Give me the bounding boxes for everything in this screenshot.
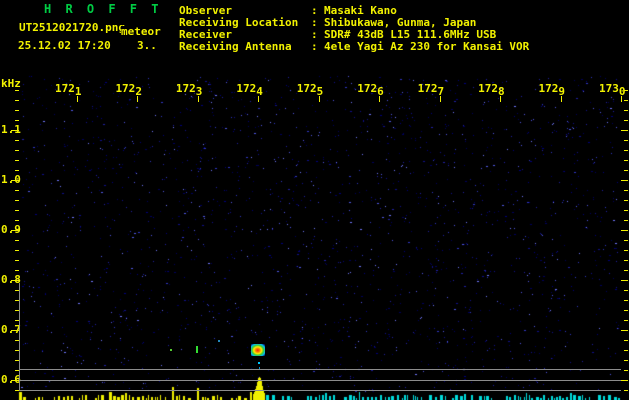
freq-axis-major-tick — [621, 230, 628, 231]
freq-axis-unit-label: kHz — [1, 77, 21, 90]
freq-axis-minor-tick — [15, 90, 19, 91]
freq-axis-minor-tick — [624, 390, 628, 391]
freq-axis-minor-tick — [15, 190, 19, 191]
time-axis-label: 1730 — [598, 82, 626, 98]
level-panel-left-border — [19, 283, 20, 391]
echo-cyan-dot — [218, 340, 220, 342]
freq-axis-minor-tick — [624, 270, 628, 271]
echo-trail-dot-2 — [259, 367, 260, 369]
freq-axis-minor-tick — [15, 260, 19, 261]
freq-axis-major-tick — [621, 330, 628, 331]
time-axis-tick — [77, 96, 78, 102]
time-axis-label: 1726 — [357, 82, 384, 98]
freq-axis-major-tick — [11, 180, 19, 181]
time-axis-label: 1724 — [236, 82, 263, 98]
freq-axis-minor-tick — [624, 90, 628, 91]
freq-axis-major-tick — [11, 330, 19, 331]
time-axis-tick — [319, 96, 320, 102]
time-axis-tick — [561, 96, 562, 102]
echo-green-dash — [196, 346, 198, 353]
freq-axis-minor-tick — [624, 110, 628, 111]
time-axis-tick — [379, 96, 380, 102]
echo-green-dot — [170, 349, 172, 351]
freq-axis-minor-tick — [624, 170, 628, 171]
time-axis-label: 1725 — [296, 82, 324, 98]
time-axis-label: 1723 — [175, 82, 203, 98]
freq-axis-minor-tick — [624, 240, 628, 241]
time-axis-tick — [258, 96, 259, 102]
spectrogram-canvas — [0, 0, 629, 400]
freq-axis-major-tick — [11, 280, 19, 281]
freq-axis-minor-tick — [624, 350, 628, 351]
freq-axis-minor-tick — [624, 360, 628, 361]
time-axis-label: 1722 — [115, 82, 142, 98]
freq-axis-minor-tick — [15, 220, 19, 221]
app-title: H R O F F T — [44, 2, 162, 16]
time-axis-label: 1729 — [538, 82, 566, 98]
filename: UT2512021720.png — [19, 21, 125, 34]
time-axis-tick — [198, 96, 199, 102]
freq-axis-minor-tick — [15, 250, 19, 251]
freq-axis-major-tick — [11, 130, 19, 131]
freq-axis-minor-tick — [15, 200, 19, 201]
freq-axis-minor-tick — [15, 270, 19, 271]
freq-axis-minor-tick — [15, 110, 19, 111]
freq-axis-minor-tick — [624, 340, 628, 341]
time-axis-tick — [621, 96, 622, 102]
freq-axis-minor-tick — [624, 150, 628, 151]
time-axis-tick — [137, 96, 138, 102]
freq-axis-minor-tick — [624, 260, 628, 261]
time-axis-label: 1727 — [417, 82, 445, 98]
freq-axis-minor-tick — [624, 140, 628, 141]
freq-axis-minor-tick — [624, 320, 628, 321]
level-grid-line — [19, 390, 621, 391]
freq-axis-major-tick — [11, 230, 19, 231]
freq-axis-minor-tick — [624, 160, 628, 161]
info-separator: : — [311, 40, 318, 53]
freq-axis-minor-tick — [624, 310, 628, 311]
freq-axis-minor-tick — [624, 200, 628, 201]
freq-axis-minor-tick — [15, 210, 19, 211]
freq-axis-major-tick — [621, 280, 628, 281]
echo-trail-dot-1 — [258, 362, 260, 364]
info-row-antenna: Receiving Antenna:4ele Yagi Az 230 for K… — [179, 41, 529, 53]
meteor-echo-main — [251, 344, 265, 356]
freq-axis-minor-tick — [15, 120, 19, 121]
freq-axis-minor-tick — [624, 290, 628, 291]
freq-axis-major-tick — [621, 180, 628, 181]
freq-axis-minor-tick — [15, 240, 19, 241]
freq-axis-minor-tick — [15, 160, 19, 161]
time-axis-tick — [440, 96, 441, 102]
time-axis-label: 1721 — [55, 82, 82, 98]
freq-axis-minor-tick — [624, 190, 628, 191]
freq-axis-major-tick — [621, 380, 628, 381]
freq-axis-minor-tick — [624, 250, 628, 251]
hrofft-screen: H R O F F T UT2512021720.png meteor 25.1… — [0, 0, 629, 400]
freq-axis-minor-tick — [624, 100, 628, 101]
datetime: 25.12.02 17:20 — [18, 39, 111, 52]
freq-axis-minor-tick — [624, 300, 628, 301]
freq-axis-major-tick — [11, 380, 19, 381]
freq-axis-minor-tick — [15, 100, 19, 101]
level-grid-line — [19, 369, 621, 370]
freq-axis-minor-tick — [15, 140, 19, 141]
freq-axis-minor-tick — [624, 120, 628, 121]
freq-axis-minor-tick — [624, 220, 628, 221]
echo-counter: 3.. — [137, 39, 157, 52]
station-label: meteor — [121, 25, 161, 38]
freq-axis-minor-tick — [624, 370, 628, 371]
time-axis-label: 1728 — [478, 82, 505, 98]
info-value: 4ele Yagi Az 230 for Kansai VOR — [324, 40, 530, 53]
freq-axis-major-tick — [621, 130, 628, 131]
freq-axis-minor-tick — [15, 170, 19, 171]
freq-axis-minor-tick — [15, 150, 19, 151]
time-axis-tick — [500, 96, 501, 102]
info-label: Receiving Antenna — [179, 40, 292, 53]
level-grid-line — [19, 380, 621, 381]
freq-axis-minor-tick — [624, 210, 628, 211]
